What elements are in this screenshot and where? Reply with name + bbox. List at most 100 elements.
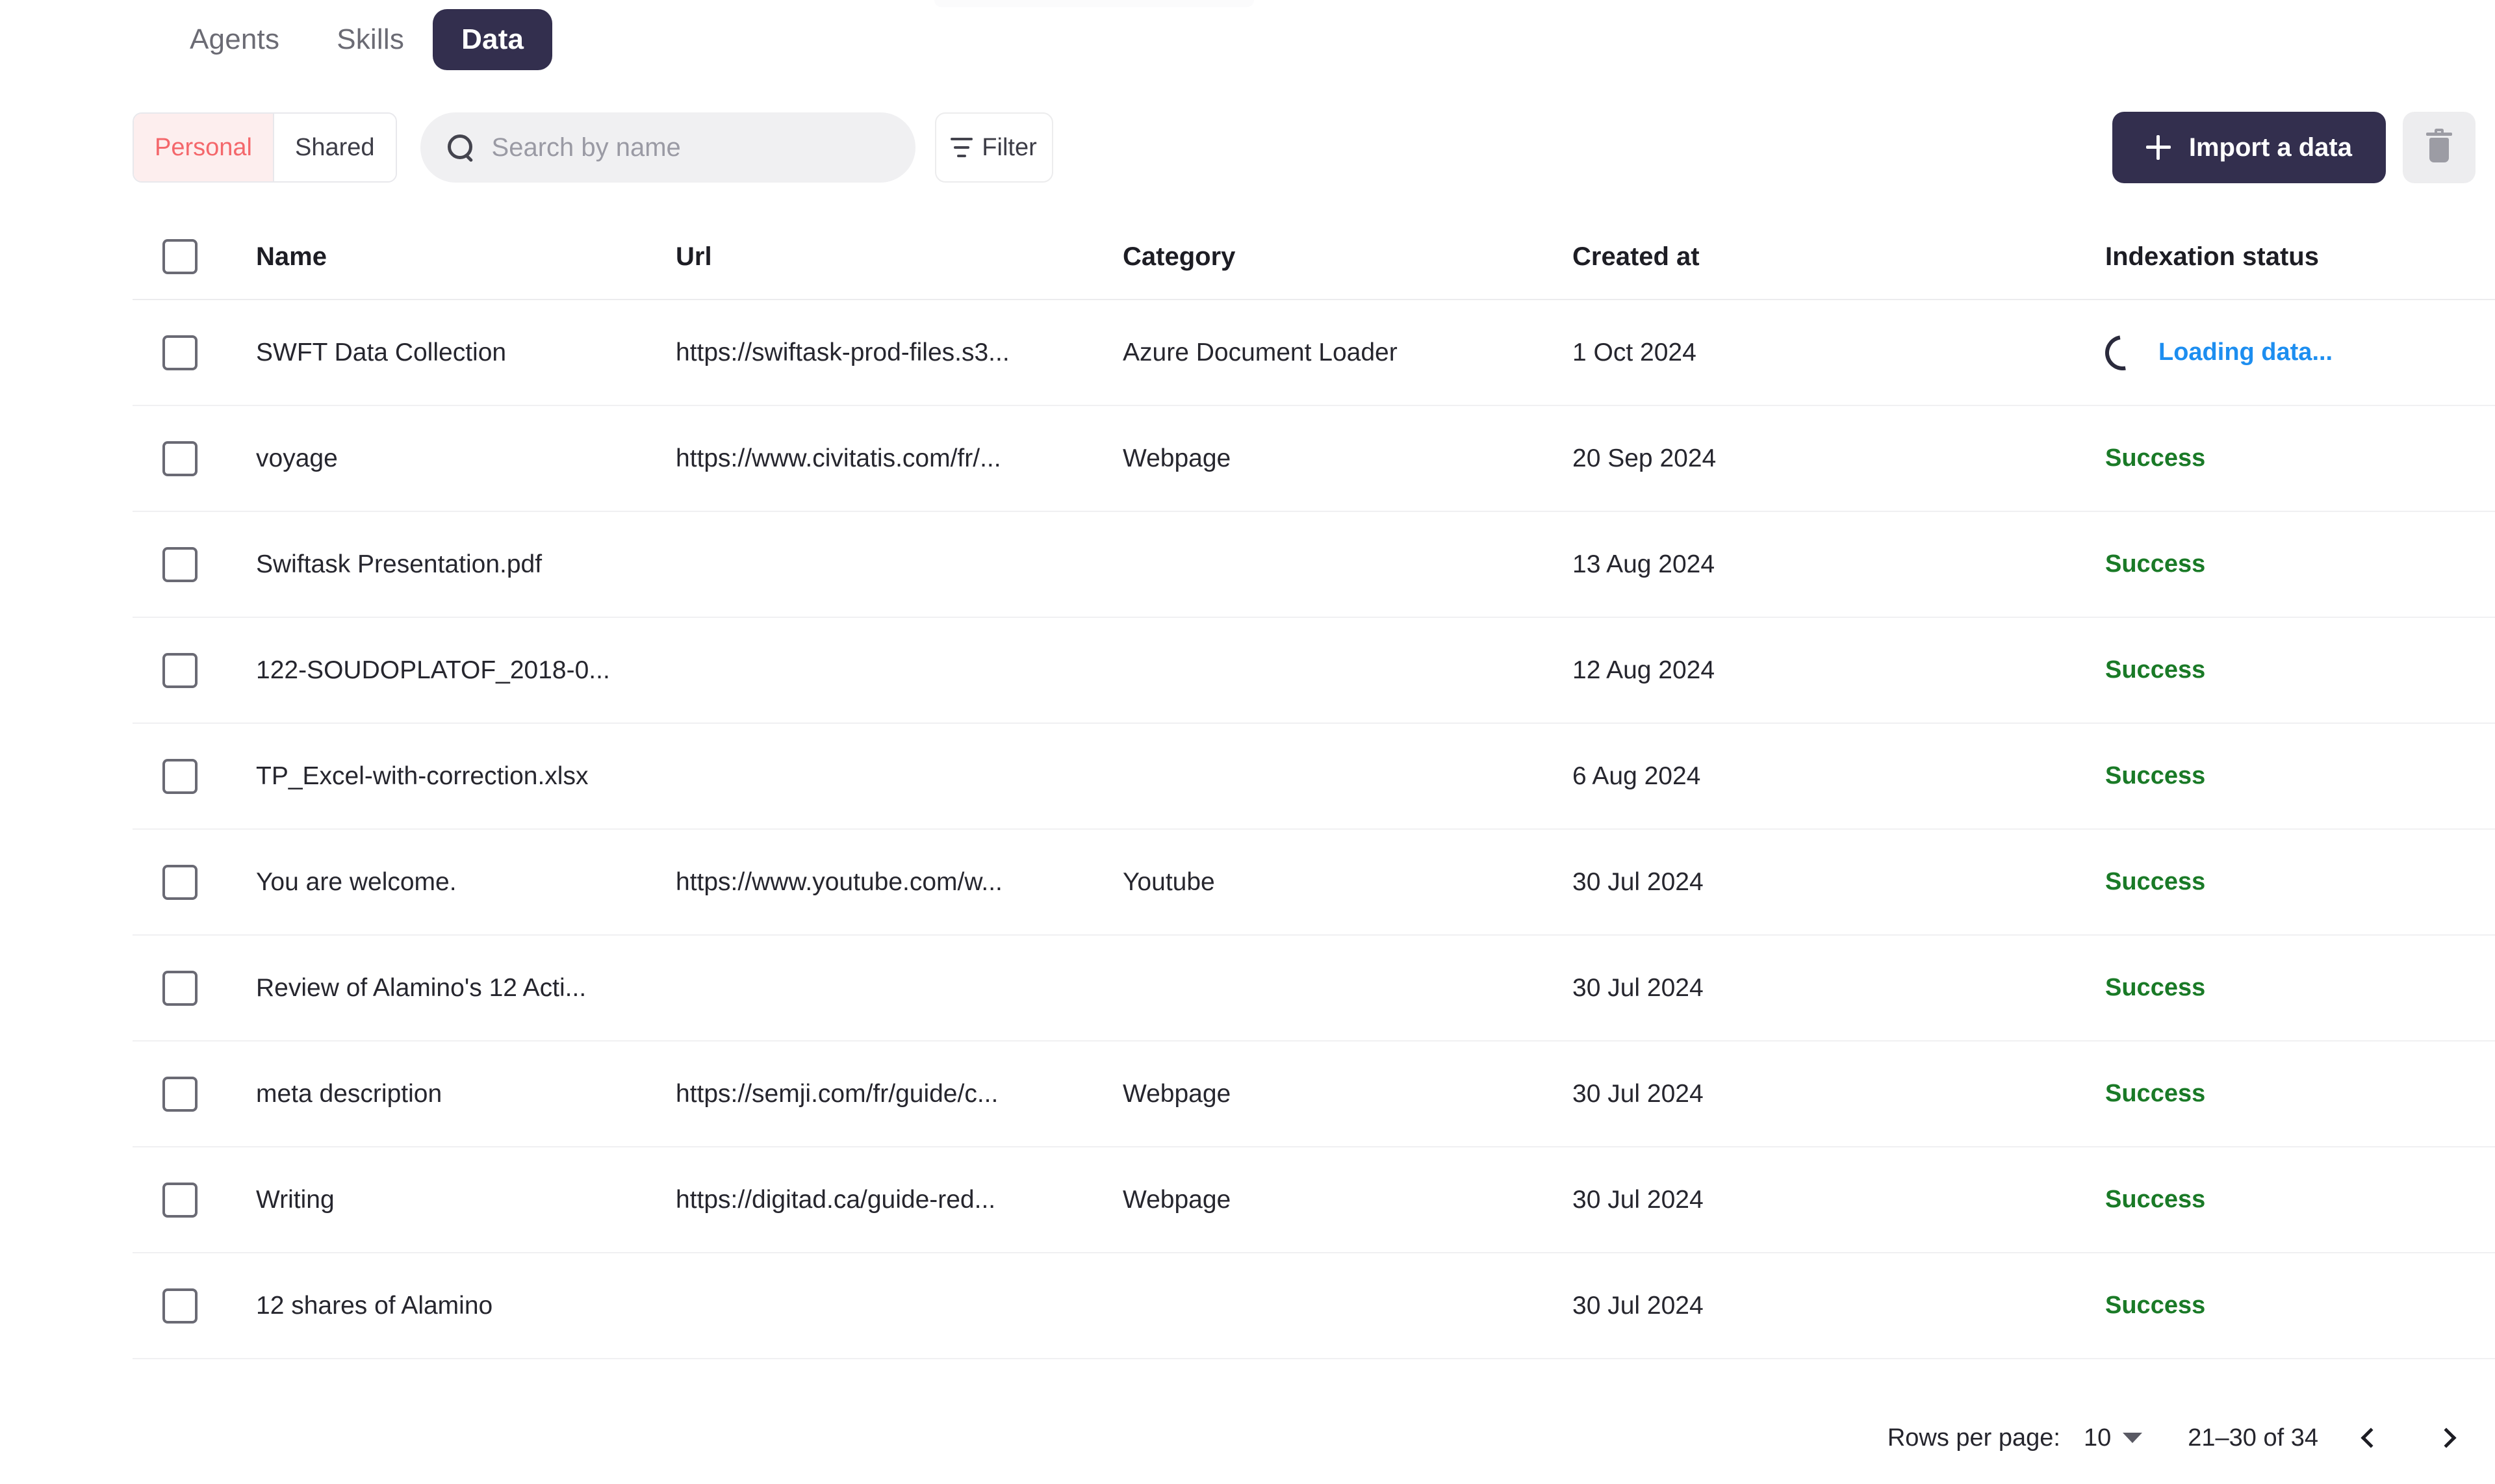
cell-created-at: 30 Jul 2024 — [1572, 1080, 2105, 1108]
cell-indexation-status: Loading data... — [2105, 335, 2495, 370]
tab-data[interactable]: Data — [433, 9, 552, 70]
status-label: Loading data... — [2158, 339, 2333, 366]
row-checkbox[interactable] — [162, 653, 198, 688]
top-partial-panel — [934, 0, 1254, 7]
table-row[interactable]: SWFT Data Collectionhttps://swiftask-pro… — [133, 300, 2495, 406]
scope-shared-button[interactable]: Shared — [274, 114, 396, 181]
table-row[interactable]: Review of Alamino's 12 Acti...30 Jul 202… — [133, 936, 2495, 1042]
column-header-category[interactable]: Category — [1123, 242, 1572, 272]
column-header-created-at[interactable]: Created at — [1572, 242, 2105, 272]
cell-name: You are welcome. — [229, 868, 676, 897]
previous-page-button[interactable] — [2348, 1415, 2394, 1461]
cell-category: Webpage — [1123, 1080, 1572, 1108]
cell-indexation-status: Success — [2105, 1292, 2495, 1320]
status-label: Success — [2105, 1186, 2205, 1214]
cell-name: voyage — [229, 444, 676, 473]
cell-indexation-status: Success — [2105, 868, 2495, 896]
column-header-name[interactable]: Name — [229, 242, 676, 272]
column-header-indexation-status[interactable]: Indexation status — [2105, 242, 2495, 272]
cell-created-at: 1 Oct 2024 — [1572, 339, 2105, 367]
status-label: Success — [2105, 762, 2205, 790]
status-badge: Success — [2105, 868, 2495, 896]
cell-indexation-status: Success — [2105, 656, 2495, 684]
row-checkbox[interactable] — [162, 441, 198, 476]
cell-indexation-status: Success — [2105, 762, 2495, 790]
status-label: Success — [2105, 656, 2205, 684]
row-checkbox[interactable] — [162, 971, 198, 1006]
data-table: Name Url Category Created at Indexation … — [133, 214, 2495, 1359]
trash-icon — [2426, 133, 2452, 162]
row-select-cell — [133, 441, 229, 476]
row-checkbox[interactable] — [162, 1288, 198, 1324]
cell-indexation-status: Success — [2105, 1186, 2495, 1214]
status-badge: Success — [2105, 656, 2495, 684]
cell-category: Youtube — [1123, 868, 1572, 897]
filter-button-label: Filter — [982, 134, 1036, 162]
row-checkbox[interactable] — [162, 335, 198, 370]
cell-url: https://www.youtube.com/w... — [676, 868, 1123, 897]
row-checkbox[interactable] — [162, 759, 198, 794]
table-row[interactable]: 12 shares of Alamino 30 Jul 2024Success — [133, 1253, 2495, 1359]
status-badge: Loading data... — [2105, 335, 2495, 370]
cell-created-at: 6 Aug 2024 — [1572, 762, 2105, 791]
column-header-url[interactable]: Url — [676, 242, 1123, 272]
row-select-cell — [133, 1288, 229, 1324]
plus-icon — [2146, 135, 2171, 160]
cell-created-at: 13 Aug 2024 — [1572, 550, 2105, 579]
cell-name: Writing — [229, 1186, 676, 1214]
table-row[interactable]: You are welcome.https://www.youtube.com/… — [133, 830, 2495, 936]
rows-per-page-label: Rows per page: — [1887, 1424, 2060, 1452]
cell-created-at: 30 Jul 2024 — [1572, 1292, 2105, 1320]
import-button-label: Import a data — [2189, 133, 2352, 162]
row-checkbox[interactable] — [162, 547, 198, 582]
data-page: Agents Skills Data Personal Shared Searc… — [0, 0, 2495, 1484]
table-row[interactable]: 122-SOUDOPLATOF_2018-0...12 Aug 2024Succ… — [133, 618, 2495, 724]
table-row[interactable]: Swiftask Presentation.pdf 13 Aug 2024Succ… — [133, 512, 2495, 618]
next-page-button[interactable] — [2424, 1415, 2469, 1461]
cell-name: TP_Excel-with-correction.xlsx — [229, 762, 676, 791]
pagination-range: 21–30 of 34 — [2188, 1424, 2318, 1452]
cell-category: Webpage — [1123, 444, 1572, 473]
row-select-cell — [133, 653, 229, 688]
cell-category: Azure Document Loader — [1123, 339, 1572, 367]
status-badge: Success — [2105, 1186, 2495, 1214]
cell-category: Webpage — [1123, 1186, 1572, 1214]
filter-button[interactable]: Filter — [935, 112, 1053, 183]
row-checkbox[interactable] — [162, 1183, 198, 1218]
cell-created-at: 30 Jul 2024 — [1572, 868, 2105, 897]
row-checkbox[interactable] — [162, 1077, 198, 1112]
table-row[interactable]: TP_Excel-with-correction.xlsx 6 Aug 2024S… — [133, 724, 2495, 830]
cell-created-at: 30 Jul 2024 — [1572, 1186, 2105, 1214]
delete-selected-button[interactable] — [2403, 112, 2476, 183]
cell-indexation-status: Success — [2105, 444, 2495, 472]
row-checkbox[interactable] — [162, 865, 198, 900]
table-header-row: Name Url Category Created at Indexation … — [133, 214, 2495, 300]
status-label: Success — [2105, 974, 2205, 1002]
table-row[interactable]: meta descriptionhttps://semji.com/fr/gui… — [133, 1042, 2495, 1147]
tab-skills[interactable]: Skills — [308, 9, 433, 70]
tab-agents[interactable]: Agents — [161, 9, 308, 70]
rows-per-page-select[interactable]: 10 — [2084, 1424, 2142, 1452]
row-select-cell — [133, 547, 229, 582]
table-body: SWFT Data Collectionhttps://swiftask-pro… — [133, 300, 2495, 1359]
cell-indexation-status: Success — [2105, 550, 2495, 578]
cell-name: 12 shares of Alamino — [229, 1292, 676, 1320]
search-placeholder: Search by name — [492, 133, 681, 162]
select-all-checkbox[interactable] — [162, 239, 198, 274]
status-badge: Success — [2105, 444, 2495, 472]
main-tabs: Agents Skills Data — [161, 9, 552, 70]
row-select-cell — [133, 1077, 229, 1112]
row-select-cell — [133, 335, 229, 370]
cell-indexation-status: Success — [2105, 1080, 2495, 1108]
search-input[interactable]: Search by name — [420, 112, 915, 183]
status-label: Success — [2105, 1080, 2205, 1108]
cell-created-at: 20 Sep 2024 — [1572, 444, 2105, 473]
table-row[interactable]: voyagehttps://www.civitatis.com/fr/...We… — [133, 406, 2495, 512]
status-label: Success — [2105, 550, 2205, 578]
cell-name: Swiftask Presentation.pdf — [229, 550, 676, 579]
scope-personal-button[interactable]: Personal — [134, 114, 274, 181]
import-a-data-button[interactable]: Import a data — [2112, 112, 2386, 183]
table-row[interactable]: Writinghttps://digitad.ca/guide-red...We… — [133, 1147, 2495, 1253]
row-select-cell — [133, 971, 229, 1006]
cell-url: https://swiftask-prod-files.s3... — [676, 339, 1123, 367]
